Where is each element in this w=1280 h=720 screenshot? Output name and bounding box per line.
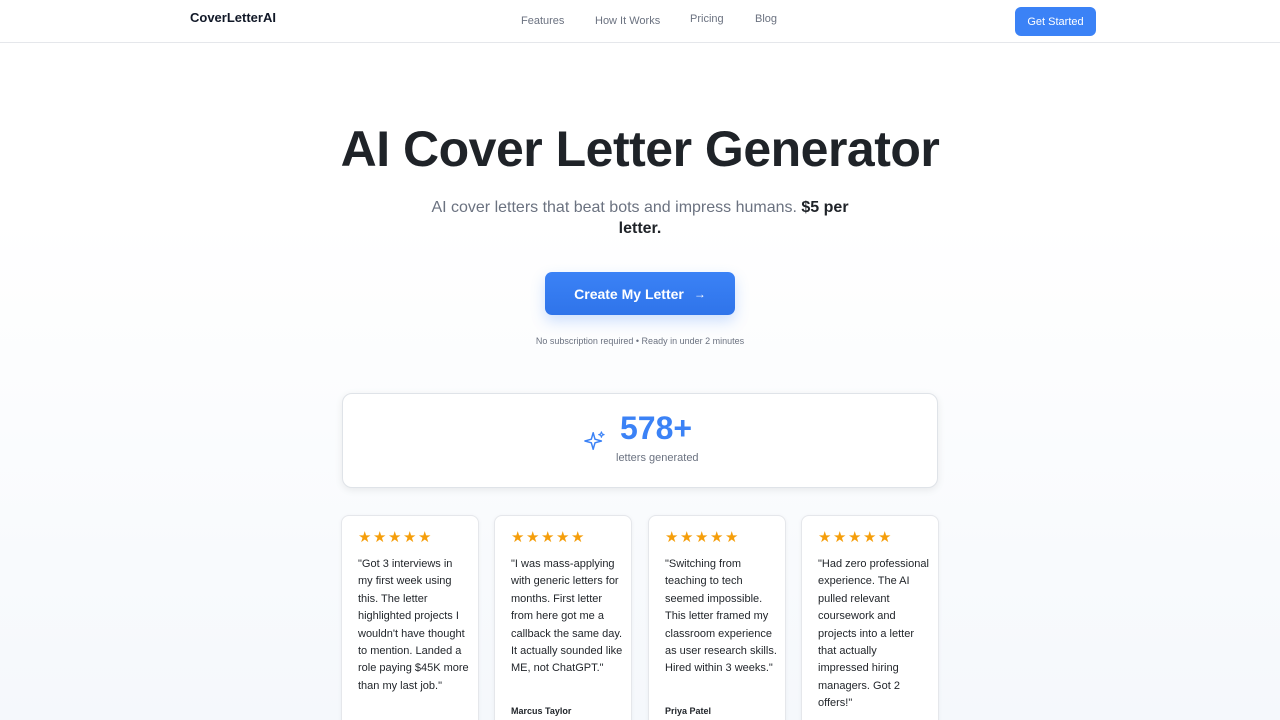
testimonial-quote: "I was mass-applying with generic letter… — [511, 558, 623, 675]
create-my-letter-button[interactable]: Create My Letter → — [545, 272, 735, 315]
hero-title: AI Cover Letter Generator — [340, 121, 940, 177]
star-icon: ★ — [710, 529, 724, 546]
star-icon: ★ — [665, 529, 679, 546]
nav-link-how-it-works[interactable]: How It Works — [595, 15, 660, 27]
hero-note: No subscription required • Ready in unde… — [535, 336, 745, 346]
stat-card: 578+ letters generated — [342, 393, 938, 488]
star-icon: ★ — [388, 529, 402, 546]
star-rating: ★ ★ ★ ★ ★ — [358, 529, 432, 546]
star-icon: ★ — [848, 529, 862, 546]
nav-link-pricing[interactable]: Pricing — [690, 13, 724, 25]
star-icon: ★ — [878, 529, 892, 546]
testimonial-card: ★ ★ ★ ★ ★ "Had zero professional experie… — [801, 515, 939, 720]
stat-label: letters generated — [616, 452, 699, 464]
star-icon: ★ — [556, 529, 570, 546]
testimonial-card: ★ ★ ★ ★ ★ "Got 3 interviews in my first … — [341, 515, 479, 720]
star-icon: ★ — [373, 529, 387, 546]
testimonial-quote: "Got 3 interviews in my first week using… — [358, 558, 469, 692]
testimonial-card: ★ ★ ★ ★ ★ "I was mass-applying with gene… — [494, 515, 632, 720]
star-rating: ★ ★ ★ ★ ★ — [511, 529, 585, 546]
nav-link-blog[interactable]: Blog — [755, 13, 777, 25]
star-icon: ★ — [541, 529, 555, 546]
hero-subtitle: AI cover letters that beat bots and impr… — [410, 197, 870, 239]
star-icon: ★ — [511, 529, 525, 546]
nav-link-features[interactable]: Features — [521, 15, 564, 27]
star-icon: ★ — [818, 529, 832, 546]
testimonial-quote: "Had zero professional experience. The A… — [818, 558, 929, 710]
star-icon: ★ — [695, 529, 709, 546]
testimonial-card: ★ ★ ★ ★ ★ "Switching from teaching to te… — [648, 515, 786, 720]
star-icon: ★ — [403, 529, 417, 546]
star-icon: ★ — [571, 529, 585, 546]
top-nav: CoverLetterAI Features How It Works Pric… — [0, 0, 1280, 43]
brand-logo[interactable]: CoverLetterAI — [190, 10, 276, 25]
star-rating: ★ ★ ★ ★ ★ — [665, 529, 739, 546]
hero-subtitle-text: AI cover letters that beat bots and impr… — [431, 199, 797, 216]
stat-number: 578+ — [620, 410, 693, 446]
sparkle-icon — [584, 431, 605, 450]
star-icon: ★ — [863, 529, 877, 546]
testimonial-author: Priya Patel — [665, 706, 712, 716]
star-icon: ★ — [526, 529, 540, 546]
star-icon: ★ — [358, 529, 372, 546]
get-started-button[interactable]: Get Started — [1015, 7, 1096, 36]
star-icon: ★ — [833, 529, 847, 546]
arrow-right-icon: → — [693, 286, 706, 301]
star-icon: ★ — [680, 529, 694, 546]
star-icon: ★ — [418, 529, 432, 546]
star-icon: ★ — [725, 529, 739, 546]
star-rating: ★ ★ ★ ★ ★ — [818, 529, 892, 546]
create-my-letter-label: Create My Letter — [574, 285, 684, 302]
testimonial-quote: "Switching from teaching to tech seemed … — [665, 558, 777, 675]
testimonial-author: Marcus Taylor — [511, 706, 572, 716]
